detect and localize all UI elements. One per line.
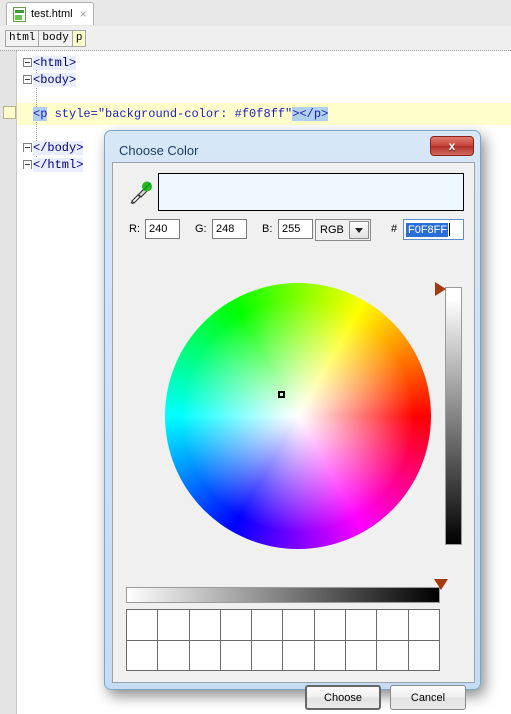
- code-token: </body>: [33, 141, 84, 155]
- code-token-attr: style=: [47, 107, 98, 121]
- swatch-cell[interactable]: [377, 640, 409, 671]
- code-line-html-close: </html>: [33, 157, 84, 174]
- code-line-html-open: <html>: [33, 55, 77, 72]
- fold-toggle-body-end[interactable]: [23, 143, 32, 152]
- dialog-button-bar: Choose Cancel: [113, 681, 476, 714]
- swatch-cell[interactable]: [408, 610, 440, 641]
- breadcrumb-item-body[interactable]: body: [38, 29, 73, 47]
- swatch-cell[interactable]: [408, 640, 440, 671]
- html-file-icon: [13, 6, 26, 22]
- cancel-button[interactable]: Cancel: [390, 685, 466, 710]
- color-preview-swatch: [158, 173, 464, 211]
- color-channels-row: R: 240 G: 248 B: 255 RGB # F0F8FF: [123, 219, 464, 241]
- code-line-paragraph: <p style="background-color: #f0f8ff" ></p…: [33, 106, 329, 123]
- code-token-value: "background-color: #f0f8ff": [97, 107, 293, 121]
- tab-label: test.html: [31, 8, 73, 20]
- opacity-slider-marker[interactable]: [434, 579, 448, 590]
- eyedropper-icon[interactable]: [129, 178, 153, 205]
- swatch-cell[interactable]: [283, 640, 315, 671]
- swatch-cell[interactable]: [220, 610, 253, 641]
- swatch-cell[interactable]: [314, 610, 347, 641]
- code-token-close-p: </p: [299, 107, 322, 121]
- brightness-slider[interactable]: [445, 287, 462, 545]
- choose-button[interactable]: Choose: [305, 685, 381, 710]
- dialog-title: Choose Color: [119, 143, 199, 158]
- code-line-body-close: </body>: [33, 140, 84, 157]
- red-field[interactable]: 240: [145, 219, 180, 239]
- hex-prefix-label: #: [391, 223, 398, 235]
- hex-input[interactable]: F0F8FF: [403, 219, 464, 240]
- tab-test-html[interactable]: test.html ×: [6, 2, 94, 25]
- color-mode-value: RGB: [320, 224, 344, 236]
- preview-row: [123, 173, 464, 211]
- code-token-gt2: >: [321, 107, 329, 121]
- green-field[interactable]: 248: [212, 219, 247, 239]
- dialog-body: R: 240 G: 248 B: 255 RGB # F0F8FF Choose…: [112, 162, 475, 710]
- chevron-down-icon[interactable]: [349, 221, 369, 239]
- fold-toggle-html-end[interactable]: [23, 160, 32, 169]
- code-line-body-open: <body>: [33, 72, 77, 89]
- label-red: R:: [129, 223, 140, 235]
- code-token: </html>: [33, 158, 84, 172]
- swatch-cell[interactable]: [158, 640, 190, 671]
- swatch-cell[interactable]: [283, 610, 315, 641]
- label-green: G:: [195, 223, 207, 235]
- code-token-open-p: <p: [33, 107, 48, 121]
- breadcrumb: html body p: [0, 26, 511, 51]
- fold-toggle-body[interactable]: [23, 75, 32, 84]
- swatch-cell[interactable]: [158, 610, 190, 641]
- saved-swatch-grid[interactable]: [126, 609, 440, 671]
- swatch-cell[interactable]: [220, 640, 253, 671]
- brightness-slider-marker[interactable]: [435, 282, 446, 296]
- text-caret: [449, 223, 451, 236]
- swatch-cell[interactable]: [127, 610, 159, 641]
- swatch-cell[interactable]: [189, 610, 221, 641]
- screen: test.html × html body p <html> <body> <p…: [0, 0, 511, 714]
- editor-gutter[interactable]: [0, 51, 17, 714]
- code-token: <html>: [33, 56, 77, 70]
- swatch-cell[interactable]: [252, 610, 284, 641]
- swatch-cell[interactable]: [346, 640, 378, 671]
- swatch-cell[interactable]: [189, 640, 221, 671]
- opacity-slider[interactable]: [126, 587, 440, 603]
- swatch-cell[interactable]: [127, 640, 159, 671]
- dialog-close-button[interactable]: x: [430, 136, 474, 156]
- color-wheel[interactable]: [165, 283, 431, 549]
- swatch-cell[interactable]: [252, 640, 284, 671]
- fold-toggle-html[interactable]: [23, 58, 32, 67]
- color-mode-select[interactable]: RGB: [315, 219, 371, 241]
- swatch-cell[interactable]: [346, 610, 378, 641]
- swatch-cell[interactable]: [377, 610, 409, 641]
- close-icon[interactable]: ×: [80, 8, 87, 20]
- blue-field[interactable]: 255: [278, 219, 313, 239]
- editor-tab-bar: test.html ×: [0, 0, 511, 27]
- hex-value: F0F8FF: [406, 222, 449, 237]
- breadcrumb-item-p[interactable]: p: [71, 29, 87, 47]
- code-token: <body>: [33, 73, 77, 87]
- line-marker-box[interactable]: [3, 106, 16, 119]
- label-blue: B:: [262, 223, 273, 235]
- swatch-cell[interactable]: [314, 640, 347, 671]
- color-wheel-cursor[interactable]: [278, 391, 285, 398]
- choose-color-dialog: Choose Color x R: 240 G: 248 B: 255 RGB …: [104, 130, 481, 710]
- breadcrumb-item-html[interactable]: html: [5, 29, 40, 47]
